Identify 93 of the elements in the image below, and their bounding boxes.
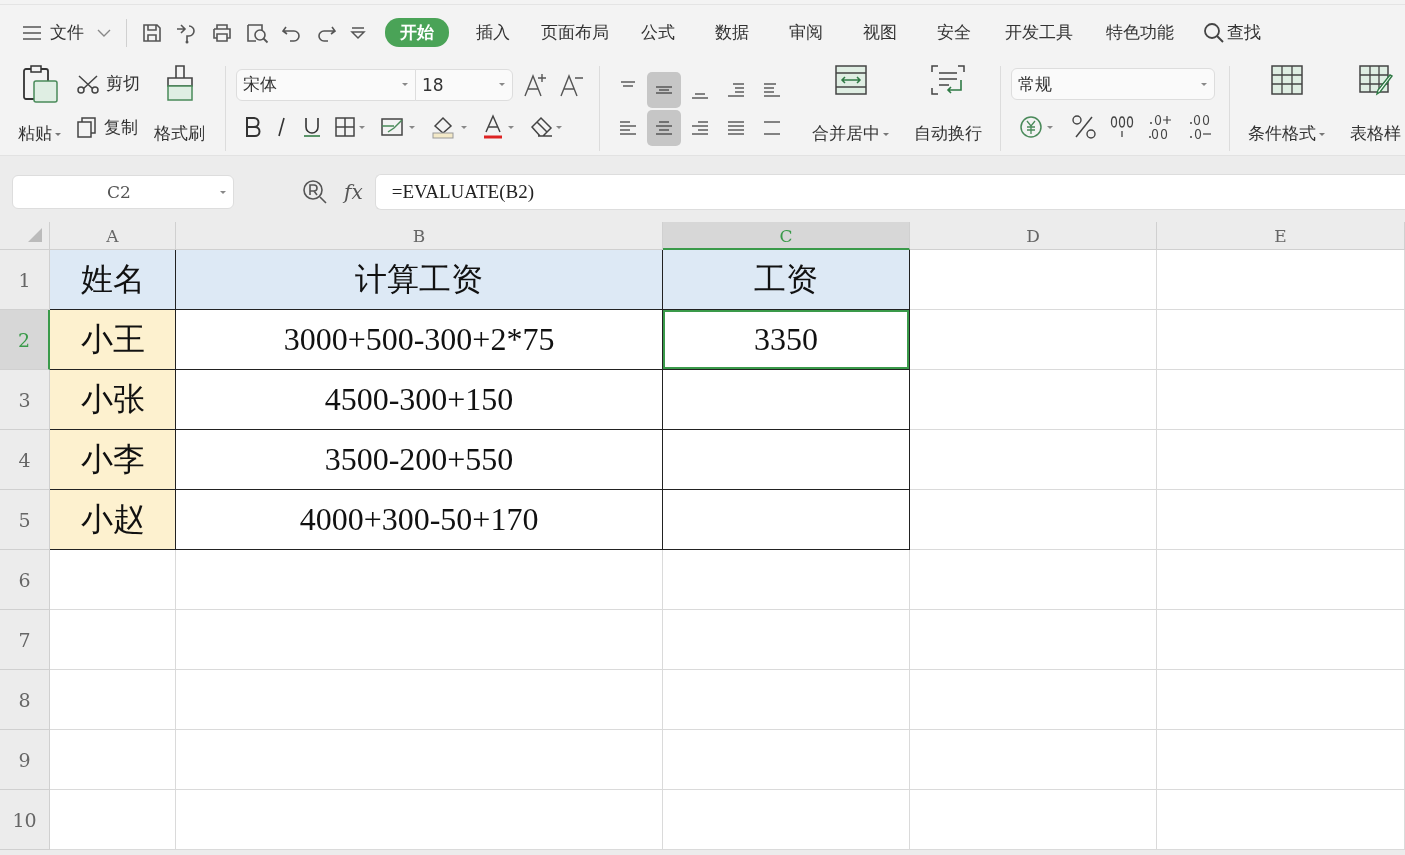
file-menu[interactable]: 文件 [50,21,84,44]
column-header[interactable]: E [1157,222,1405,250]
scissors-icon [76,73,100,94]
align-lines-icon [762,120,782,135]
cell-style-icon[interactable] [380,116,418,139]
table-cell: 小张 [50,370,176,430]
table-cell: 3500-200+550 [176,430,663,490]
print-preview-icon[interactable] [245,21,269,44]
align-button[interactable] [647,71,681,108]
fill-color-icon[interactable] [430,114,470,141]
ribbon-tab[interactable]: 视图 [843,18,917,47]
copy-button[interactable]: 复制 [76,115,140,139]
caret-icon [882,131,890,137]
table-cell: 工资 [663,250,910,310]
row-header[interactable]: 4 [0,430,50,490]
borders-icon[interactable] [334,116,368,139]
underline-icon[interactable] [302,116,322,139]
caret-icon [498,82,506,88]
ribbon-tab[interactable]: 页面布局 [529,18,621,47]
ribbon-tab[interactable]: 数据 [695,18,769,47]
bold-icon[interactable] [244,116,262,139]
font-size-dropdown[interactable]: 18 [415,68,513,101]
caret-icon [1200,81,1208,87]
align-lines-icon [690,120,710,135]
format-painter-button[interactable]: 格式刷 [150,62,209,155]
table-cell: 小李 [50,430,176,490]
row-header[interactable]: 5 [0,490,50,550]
formula-field[interactable]: =EVALUATE(B2) [374,174,1405,210]
merge-center-button[interactable]: 合并居中 [800,62,902,155]
table-style-button[interactable]: 表格样 [1338,62,1401,155]
row-header[interactable]: 9 [0,730,50,790]
row-header[interactable]: 8 [0,670,50,730]
table-cell: 3000+500-300+2*75 [176,310,663,370]
chevron-down-icon[interactable] [96,27,112,38]
percent-icon[interactable] [1071,113,1097,140]
row-header[interactable]: 10 [0,790,50,850]
align-lines-icon [618,80,638,87]
increase-font-icon[interactable] [523,71,549,98]
clipboard-icon [21,64,59,104]
wrap-text-button[interactable]: 自动换行 [902,62,994,155]
table-cell: 计算工资 [176,250,663,310]
align-lines-icon [654,120,674,135]
row-header[interactable]: 6 [0,550,50,610]
search-label: 查找 [1227,21,1261,44]
ribbon-tab[interactable]: 安全 [917,18,991,47]
search-icon [1203,21,1225,44]
font-name-dropdown[interactable]: 宋体 [236,68,416,101]
number-format-dropdown[interactable]: 常规 [1011,68,1215,101]
table-grid-icon [1270,64,1304,96]
search-button[interactable]: 查找 [1203,21,1261,44]
cut-button[interactable]: 剪切 [76,72,140,96]
table-cell: 4000+300-50+170 [176,490,663,550]
wrap-text-icon [930,64,966,96]
table-cell: 姓名 [50,250,176,310]
copy-icon [76,116,98,139]
row-header[interactable]: 7 [0,610,50,670]
row-header[interactable]: 3 [0,370,50,430]
table-cell: 4500-300+150 [176,370,663,430]
table-pencil-icon [1357,64,1394,96]
save-icon[interactable] [141,21,163,44]
zoom-icon[interactable] [302,179,328,205]
ribbon-tab[interactable]: 插入 [457,18,529,47]
ribbon-tab[interactable]: 审阅 [769,18,843,47]
caret-icon [401,82,409,88]
paste-button[interactable]: 粘贴 [14,62,66,155]
dropdown-icon[interactable] [349,25,367,40]
table-cell: 小赵 [50,490,176,550]
conditional-format-button[interactable]: 条件格式 [1236,62,1338,155]
column-header[interactable]: B [176,222,663,250]
table-cell: 3350 [663,310,910,370]
caret-icon [1318,131,1326,137]
table-cell: 小王 [50,310,176,370]
menu-icon[interactable] [22,24,42,41]
function-label[interactable]: fx [344,180,363,204]
ribbon-tab[interactable]: 公式 [621,18,695,47]
caret-icon [219,189,227,195]
align-lines-icon [762,82,782,97]
column-header[interactable]: D [910,222,1157,250]
print-icon[interactable] [211,21,233,44]
column-header[interactable]: A [50,222,176,250]
ribbon-tab[interactable]: 特色功能 [1087,18,1193,47]
caret-icon [54,131,62,137]
row-header[interactable]: 1 [0,250,50,310]
align-lines-icon [690,92,710,99]
align-lines-icon [726,82,746,97]
merge-cells-icon [834,64,868,96]
align-lines-icon [654,85,674,94]
name-box[interactable]: C2 [12,175,234,209]
align-lines-icon [726,120,746,135]
thousands-separator-icon[interactable] [1109,113,1135,140]
align-button[interactable] [647,109,681,146]
ribbon-tab[interactable]: 开发工具 [991,18,1087,47]
align-lines-icon [618,120,638,135]
